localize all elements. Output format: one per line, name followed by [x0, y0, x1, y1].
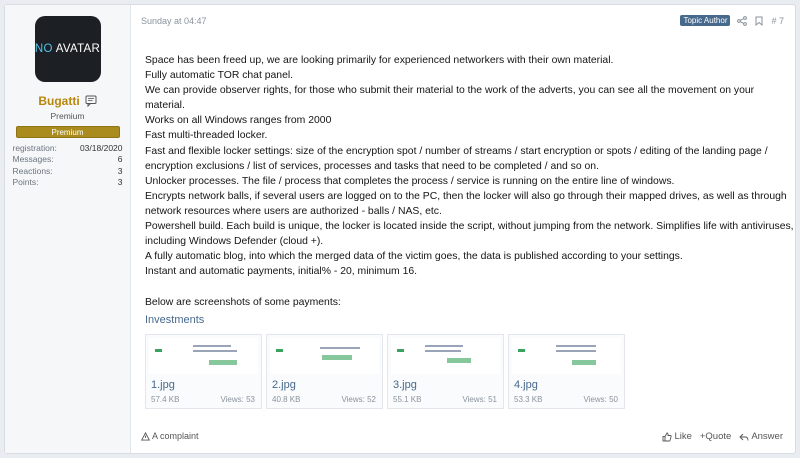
bookmark-icon[interactable] [754, 16, 764, 26]
thumbs-up-icon [662, 432, 673, 442]
post-date[interactable]: Sunday at 04:47 [141, 16, 207, 26]
post-actions: Like +Quote Answer [662, 431, 783, 442]
complaint-label: A complaint [152, 431, 199, 441]
stat-reactions: Reactions: 3 [13, 165, 123, 177]
quote-button[interactable]: +Quote [700, 431, 731, 442]
paragraph: Space has been freed up, we are looking … [145, 55, 614, 66]
attachment-views: Views: 51 [462, 395, 497, 404]
paragraph: Fully automatic TOR chat panel. [145, 70, 294, 82]
avatar-text-avatar: AVATAR [55, 43, 101, 55]
stat-label: Points: [12, 177, 39, 188]
paragraph: Works on all Windows ranges from 2000 [145, 115, 332, 127]
attachment-thumbnail[interactable] [391, 338, 500, 374]
username-row: Bugatti [38, 94, 97, 108]
paragraph: A fully automatic blog, into which the m… [145, 251, 683, 263]
stat-points: Points: 3 [13, 177, 123, 189]
stat-value: 3 [117, 165, 123, 176]
paragraph: Fast multi-threaded locker. [145, 130, 268, 142]
user-stats: registration: 03/18/2020 Messages: 6 React… [13, 142, 123, 188]
user-panel: NO AVATAR Bugatti Premium Premium registr… [5, 5, 131, 453]
like-label: Like [674, 431, 692, 442]
post-body: Space has been freed up, we are looking … [145, 53, 795, 310]
post-main: Sunday at 04:47 Topic Author # 7 Space h… [131, 5, 795, 453]
attachment-size: 40.8 KB [272, 395, 301, 404]
attachment-card[interactable]: 4.jpg 53.3 KB Views: 50 [508, 334, 625, 409]
attachment-card[interactable]: 1.jpg 57.4 KB Views: 53 [145, 334, 262, 409]
post-header-actions: Topic Author # 7 [680, 15, 784, 26]
username[interactable]: Bugatti [38, 94, 79, 108]
attachment-thumbnail[interactable] [149, 338, 258, 374]
premium-badge: Premium [15, 126, 120, 138]
paragraph: Unlocker processes. The file / process t… [145, 175, 675, 187]
attachment-filename[interactable]: 3.jpg [393, 379, 417, 391]
attachment-size: 53.3 KB [514, 395, 543, 404]
complaint-link[interactable]: A complaint [141, 431, 199, 441]
user-title: Premium [50, 111, 85, 121]
stat-label: Reactions: [12, 165, 53, 176]
attachment-filename[interactable]: 4.jpg [514, 379, 538, 391]
topic-author-tag: Topic Author [680, 15, 731, 26]
post-number[interactable]: # 7 [771, 16, 784, 26]
message-post: NO AVATAR Bugatti Premium Premium registr… [4, 4, 796, 454]
avatar-text-no: NO [34, 43, 53, 55]
attachment-views: Views: 53 [220, 395, 255, 404]
attachment-thumbnail[interactable] [512, 338, 621, 374]
stat-value: 3 [117, 177, 123, 188]
attachment-card[interactable]: 2.jpg 40.8 KB Views: 52 [266, 334, 383, 409]
warning-icon [141, 431, 150, 441]
chat-bubble-icon[interactable] [85, 95, 97, 107]
share-icon[interactable] [737, 15, 748, 26]
stat-label: Messages: [12, 154, 54, 165]
post-footer: A complaint Like +Quote Answer [131, 427, 795, 447]
paragraph: Powershell build. Each build is unique, … [145, 221, 794, 248]
stat-registration: registration: 03/18/2020 [13, 142, 123, 154]
attachments-title: Investments [145, 314, 205, 326]
paragraph: Fast and flexible locker settings: size … [145, 145, 768, 172]
attachment-filename[interactable]: 2.jpg [272, 379, 296, 391]
attachment-filename[interactable]: 1.jpg [151, 379, 175, 391]
stat-messages: Messages: 6 [13, 154, 123, 166]
quote-label: +Quote [699, 431, 732, 442]
attachments-list: 1.jpg 57.4 KB Views: 53 2.jpg 40.8 KB Vi… [145, 334, 625, 409]
attachment-thumbnail[interactable] [270, 338, 379, 374]
reply-icon [739, 432, 749, 442]
paragraph: Instant and automatic payments, initial%… [145, 266, 418, 278]
closing-line: Below are screenshots of some payments: [145, 296, 341, 308]
stat-label: registration: [12, 142, 57, 153]
paragraph: Encrypts network balls, if several users… [145, 190, 787, 217]
attachment-views: Views: 50 [583, 395, 618, 404]
stat-value: 03/18/2020 [79, 142, 123, 153]
attachment-size: 55.1 KB [393, 395, 422, 404]
answer-button[interactable]: Answer [739, 431, 783, 442]
attachment-size: 57.4 KB [151, 395, 180, 404]
like-button[interactable]: Like [662, 431, 692, 442]
answer-label: Answer [751, 431, 783, 442]
attachment-card[interactable]: 3.jpg 55.1 KB Views: 51 [387, 334, 504, 409]
avatar[interactable]: NO AVATAR [34, 16, 101, 82]
stat-value: 6 [117, 154, 123, 165]
paragraph: We can provide observer rights, for thos… [145, 85, 755, 112]
attachment-views: Views: 52 [341, 395, 376, 404]
